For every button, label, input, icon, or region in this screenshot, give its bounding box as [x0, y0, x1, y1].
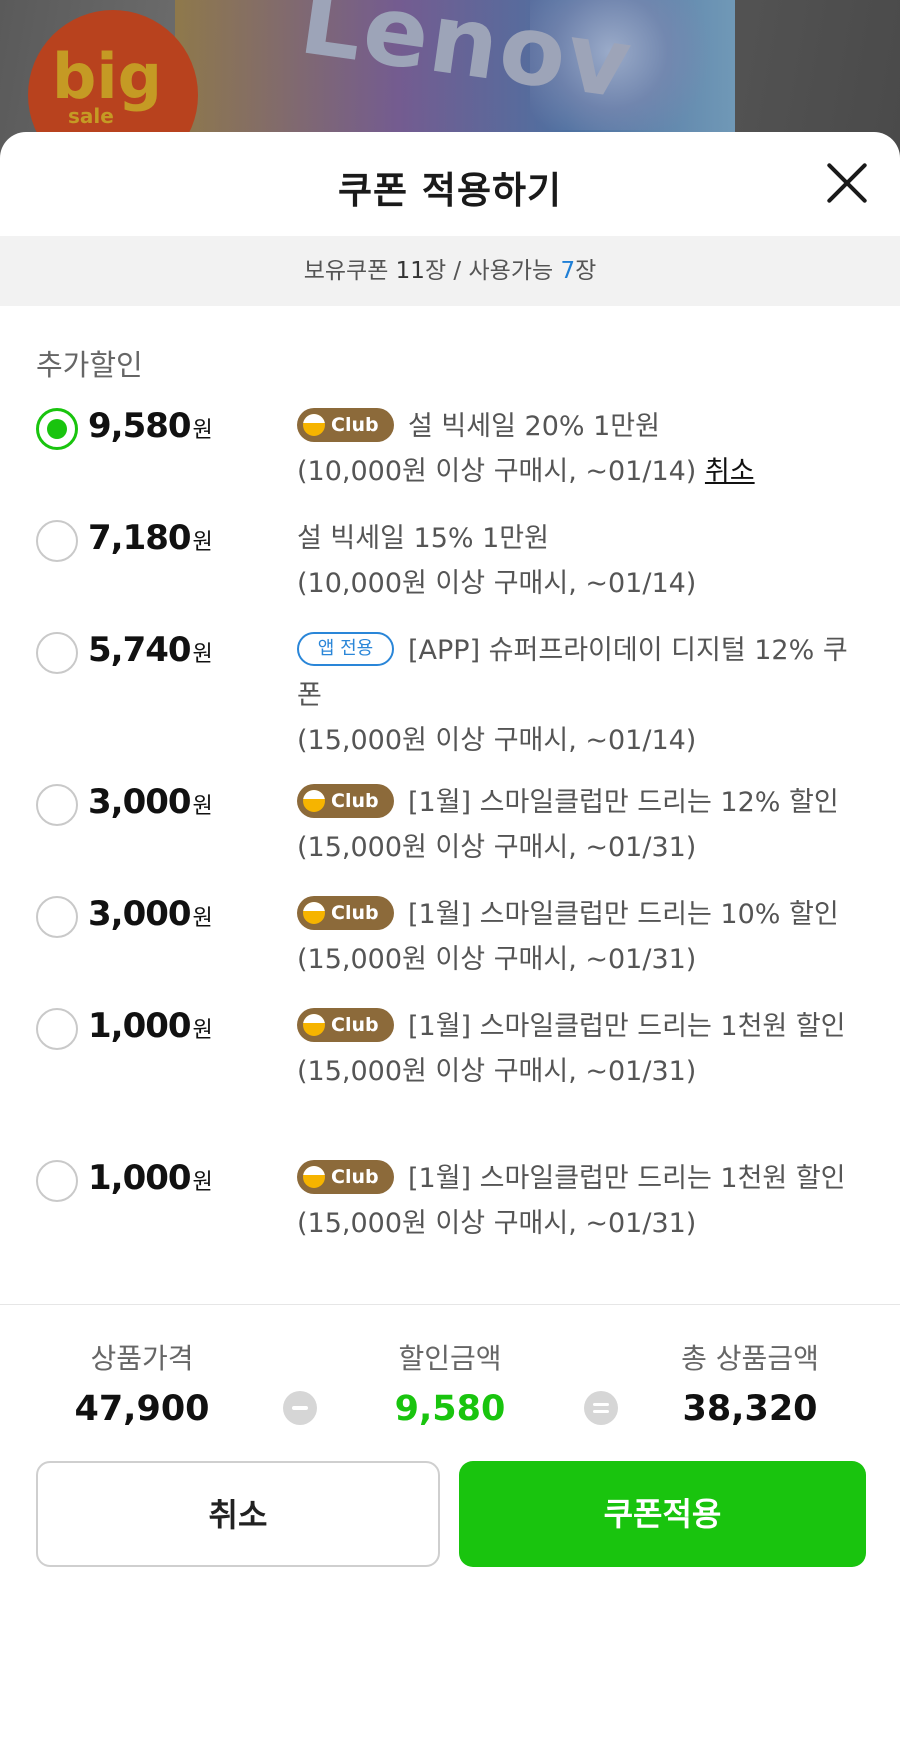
amount-value: 5,740	[88, 630, 192, 670]
currency-unit: 원	[192, 642, 213, 667]
summary-separator: /	[446, 258, 469, 284]
discount-label: 할인금액	[398, 1342, 502, 1375]
currency-unit: 원	[192, 794, 213, 819]
coupon-title: [1월] 스마일클럽만 드리는 10% 할인	[408, 899, 839, 930]
total-value: 38,320	[682, 1389, 818, 1429]
club-badge: Club	[297, 783, 394, 818]
coupon-title: 설 빅세일 15% 1만원	[297, 523, 549, 554]
amount-value: 3,000	[88, 782, 192, 822]
coupon-radio[interactable]	[36, 896, 78, 938]
club-badge: Club	[297, 1159, 394, 1194]
discount-value: 9,580	[394, 1389, 506, 1429]
coupon-radio[interactable]	[36, 408, 78, 450]
coupon-amount: 5,740원	[88, 630, 213, 670]
owned-unit: 장	[424, 258, 447, 284]
usable-unit: 장	[575, 258, 597, 284]
coupon-amount: 3,000원	[88, 894, 213, 934]
coupon-description: Club 설 빅세일 20% 1만원 (10,000원 이상 구매시, ~01/1…	[297, 404, 867, 494]
equals-icon	[584, 1391, 618, 1425]
coupon-amount: 9,580원	[88, 406, 213, 446]
coupon-cancel-link[interactable]: 취소	[705, 456, 755, 487]
product-price-label: 상품가격	[90, 1342, 194, 1375]
smile-icon	[303, 1013, 325, 1036]
total-column: 총 상품금액 38,320	[620, 1337, 880, 1429]
club-badge-label: Club	[331, 789, 379, 812]
smile-icon	[303, 901, 325, 924]
smile-icon	[303, 413, 325, 436]
coupon-condition: (10,000원 이상 구매시, ~01/14)	[297, 568, 697, 599]
coupon-condition: (15,000원 이상 구매시, ~01/14)	[297, 725, 697, 756]
owned-count: 11	[395, 258, 425, 284]
minus-icon	[283, 1391, 317, 1425]
amount-value: 1,000	[88, 1006, 192, 1046]
close-icon[interactable]	[824, 160, 870, 206]
amount-value: 9,580	[88, 406, 192, 446]
club-badge: Club	[297, 1007, 394, 1042]
coupon-title: [1월] 스마일클럽만 드리는 12% 할인	[408, 787, 839, 818]
sheet-header: 쿠폰 적용하기	[0, 132, 900, 236]
coupon-description: 앱 전용 [APP] 슈퍼프라이데이 디지털 12% 쿠폰 (15,000원 이상…	[297, 628, 867, 763]
coupon-description: Club [1월] 스마일클럽만 드리는 1천원 할인 (15,000원 이상 구…	[297, 1004, 867, 1094]
cancel-button[interactable]: 취소	[36, 1461, 440, 1567]
coupon-radio[interactable]	[36, 1008, 78, 1050]
coupon-radio[interactable]	[36, 632, 78, 674]
smile-icon	[303, 789, 325, 812]
coupon-radio[interactable]	[36, 784, 78, 826]
usable-prefix: 사용가능	[468, 258, 561, 284]
coupon-description: 설 빅세일 15% 1만원 (10,000원 이상 구매시, ~01/14)	[297, 516, 867, 606]
product-price-value: 47,900	[74, 1389, 210, 1429]
coupon-bottom-sheet: 쿠폰 적용하기 보유쿠폰 11장 / 사용가능 7장 추가할인 9,580원 C…	[0, 132, 900, 1764]
total-label: 총 상품금액	[681, 1342, 819, 1375]
usable-count: 7	[560, 258, 576, 284]
club-badge-label: Club	[331, 901, 379, 924]
coupon-amount: 7,180원	[88, 518, 213, 558]
coupon-radio[interactable]	[36, 1160, 78, 1202]
coupon-description: Club [1월] 스마일클럽만 드리는 10% 할인 (15,000원 이상 구…	[297, 892, 867, 982]
coupon-amount: 3,000원	[88, 782, 213, 822]
section-label: 추가할인	[36, 348, 143, 382]
apply-coupon-button[interactable]: 쿠폰적용	[459, 1461, 866, 1567]
currency-unit: 원	[192, 906, 213, 931]
coupon-condition: (10,000원 이상 구매시, ~01/14)	[297, 456, 697, 487]
club-badge-label: Club	[331, 1013, 379, 1036]
coupon-condition: (15,000원 이상 구매시, ~01/31)	[297, 1208, 697, 1239]
discount-column: 할인금액 9,580	[320, 1337, 580, 1429]
amount-value: 3,000	[88, 894, 192, 934]
coupon-condition: (15,000원 이상 구매시, ~01/31)	[297, 832, 697, 863]
coupon-amount: 1,000원	[88, 1006, 213, 1046]
amount-value: 7,180	[88, 518, 192, 558]
sheet-title: 쿠폰 적용하기	[337, 169, 563, 212]
club-badge: Club	[297, 895, 394, 930]
amount-value: 1,000	[88, 1158, 192, 1198]
currency-unit: 원	[192, 418, 213, 443]
coupon-amount: 1,000원	[88, 1158, 213, 1198]
currency-unit: 원	[192, 530, 213, 555]
app-only-badge: 앱 전용	[297, 631, 394, 666]
big-sale-logo-big: big	[52, 40, 163, 113]
coupon-description: Club [1월] 스마일클럽만 드리는 12% 할인 (15,000원 이상 구…	[297, 780, 867, 870]
coupon-radio[interactable]	[36, 520, 78, 562]
price-footer: 상품가격 47,900 할인금액 9,580 총 상품금액 38,320 취소 …	[0, 1304, 900, 1764]
owned-prefix: 보유쿠폰	[303, 258, 396, 284]
club-badge-label: Club	[331, 413, 379, 436]
coupon-title: [1월] 스마일클럽만 드리는 1천원 할인	[408, 1011, 846, 1042]
coupon-condition: (15,000원 이상 구매시, ~01/31)	[297, 1056, 697, 1087]
coupon-condition: (15,000원 이상 구매시, ~01/31)	[297, 944, 697, 975]
smile-icon	[303, 1165, 325, 1188]
coupon-summary-bar: 보유쿠폰 11장 / 사용가능 7장	[0, 236, 900, 306]
product-price-column: 상품가격 47,900	[12, 1337, 272, 1429]
club-badge-label: Club	[331, 1165, 379, 1188]
coupon-title: [1월] 스마일클럽만 드리는 1천원 할인	[408, 1163, 846, 1194]
coupon-title: 설 빅세일 20% 1만원	[408, 411, 660, 442]
currency-unit: 원	[192, 1170, 213, 1195]
big-sale-logo-sale: sale	[68, 104, 114, 128]
currency-unit: 원	[192, 1018, 213, 1043]
club-badge: Club	[297, 407, 394, 442]
coupon-description: Club [1월] 스마일클럽만 드리는 1천원 할인 (15,000원 이상 구…	[297, 1156, 867, 1246]
